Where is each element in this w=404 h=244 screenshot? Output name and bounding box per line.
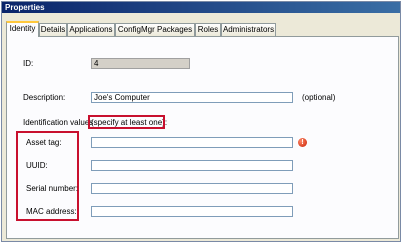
optional-note: (optional) xyxy=(302,93,336,102)
mac-address-label: MAC address: xyxy=(26,207,77,216)
description-field[interactable]: Joe's Computer xyxy=(91,92,293,103)
serial-number-label: Serial number: xyxy=(26,184,79,193)
serial-number-field[interactable] xyxy=(91,183,293,194)
uuid-field[interactable] xyxy=(91,160,293,171)
asset-tag-label: Asset tag: xyxy=(26,138,62,147)
mac-address-field[interactable] xyxy=(91,206,293,217)
asset-tag-field[interactable] xyxy=(91,137,293,148)
identity-panel: ID: 4 Description: Joe's Computer (optio… xyxy=(6,36,399,239)
tab-roles[interactable]: Roles xyxy=(195,23,221,36)
id-field: 4 xyxy=(91,58,190,69)
id-label: ID: xyxy=(23,59,34,68)
hint-highlight-box xyxy=(88,115,165,129)
identification-label: Identification values xyxy=(23,118,94,127)
dialog-title: Properties xyxy=(2,2,400,13)
tab-identity[interactable]: Identity xyxy=(6,21,39,37)
tab-configmgr-packages[interactable]: ConfigMgr Packages xyxy=(115,23,195,36)
error-alert-icon: ! xyxy=(298,138,307,147)
tab-details[interactable]: Details xyxy=(39,23,67,36)
properties-dialog: Properties Identity Details Applications… xyxy=(1,1,401,242)
description-label: Description: xyxy=(23,93,66,102)
uuid-label: UUID: xyxy=(26,161,48,170)
tab-administrators[interactable]: Administrators xyxy=(221,23,276,36)
tab-applications[interactable]: Applications xyxy=(67,23,115,36)
